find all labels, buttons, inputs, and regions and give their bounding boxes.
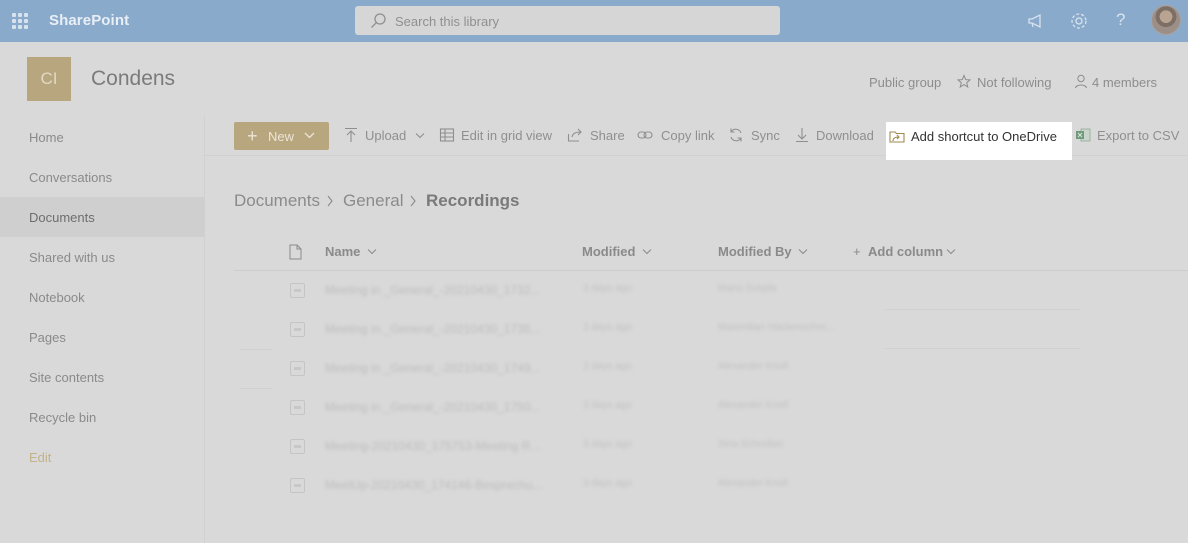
column-header-modified-by[interactable]: Modified By [718,244,792,259]
breadcrumb-documents[interactable]: Documents [234,191,320,211]
link-icon [637,131,653,139]
chevron-down-icon[interactable] [798,248,808,255]
help-icon[interactable]: ? [1116,10,1125,30]
table-row[interactable]: Meeting in _General_-20210430_1735... 3 … [234,310,1188,349]
modified-date: 3 days ago [583,283,632,294]
add-column-button[interactable]: Add column [868,244,943,259]
nav-item-conversations[interactable]: Conversations [0,157,205,197]
star-icon[interactable] [957,74,971,89]
follow-button[interactable]: Not following [977,75,1051,90]
chevron-down-icon [415,133,425,139]
file-icon [290,400,305,415]
file-name[interactable]: Meeting in _General_-20210430_1749... [325,361,541,375]
shortcut-folder-icon [889,131,905,143]
modified-by: Alexander Knoll [718,400,789,411]
modified-date: 3 days ago [583,400,632,411]
row-divider [240,388,272,389]
file-name[interactable]: Meeting in _General_-20210430_1750... [325,400,541,414]
share-button[interactable]: Share [567,126,627,146]
file-icon [290,439,305,454]
chevron-down-icon[interactable] [946,248,956,255]
search-box[interactable]: Search this library [355,6,780,35]
nav-item-pages[interactable]: Pages [0,317,205,357]
modified-date: 3 days ago [583,439,632,450]
file-icon [290,478,305,493]
megaphone-icon[interactable] [1026,11,1046,31]
nav-item-site-contents[interactable]: Site contents [0,357,205,397]
modified-by: Alexander Knoll [718,478,789,489]
share-icon [567,128,582,142]
plus-icon: + [247,126,258,146]
table-row[interactable]: Meeting in _General_-20210430_1732... 3 … [234,271,1188,310]
file-type-icon[interactable] [289,244,302,260]
file-icon [290,283,305,298]
breadcrumb-general[interactable]: General [343,191,403,211]
breadcrumb-recordings: Recordings [426,191,520,210]
nav-edit-link[interactable]: Edit [0,437,205,477]
chevron-down-icon[interactable] [642,248,652,255]
row-divider [885,348,1080,349]
new-button-label: New [268,129,295,144]
file-name[interactable]: MeetUp-20210430_174146-Besprechu... [325,478,543,492]
site-logo[interactable]: CI [27,57,71,101]
modified-by: Maximilian Hackenschm... [718,322,835,333]
members-link[interactable]: 4 members [1092,75,1157,90]
search-placeholder: Search this library [395,14,500,29]
file-name[interactable]: Meeting-20210430_175753-Meeting R... [325,439,540,453]
chevron-right-icon [410,195,416,207]
table-row[interactable]: Meeting in _General_-20210430_1750... 3 … [234,388,1188,427]
nav-item-shared-with-us[interactable]: Shared with us [0,237,205,277]
row-divider [240,349,272,350]
sync-icon [730,128,742,142]
table-header [234,232,1188,271]
site-title[interactable]: Condens [91,67,175,91]
modified-date: 3 days ago [583,322,632,333]
table-row[interactable]: Meeting in _General_-20210430_1749... 3 … [234,349,1188,388]
add-shortcut-onedrive-button[interactable]: Add shortcut to OneDrive [886,122,1072,160]
search-icon [371,13,386,28]
edit-grid-view-button[interactable]: Edit in grid view [439,126,557,146]
nav-item-notebook[interactable]: Notebook [0,277,205,317]
file-icon [290,361,305,376]
nav-item-recycle-bin[interactable]: Recycle bin [0,397,205,437]
sync-button[interactable]: Sync [728,126,783,146]
export-csv-button[interactable]: Export to CSV [1075,126,1185,146]
file-icon [290,322,305,337]
download-icon [796,128,808,143]
modified-date: 3 days ago [583,478,632,489]
modified-by: Manú Svejda [718,283,777,294]
column-header-name[interactable]: Name [325,244,360,259]
chevron-right-icon [327,195,333,207]
modified-date: 3 days ago [583,361,632,372]
new-button[interactable]: + New [234,122,329,150]
app-launcher-icon[interactable] [12,13,28,29]
table-row[interactable]: Meeting-20210430_175753-Meeting R... 3 d… [234,427,1188,466]
chevron-down-icon [304,132,315,139]
group-privacy-label: Public group [869,75,942,90]
excel-icon [1076,128,1091,142]
app-brand[interactable]: SharePoint [49,12,129,29]
person-icon [1075,74,1087,89]
modified-by: Alexander Knoll [718,361,789,372]
upload-button[interactable]: Upload [343,126,428,146]
left-navigation: Home Conversations Documents Shared with… [0,116,205,543]
copy-link-button[interactable]: Copy link [637,126,717,146]
file-name[interactable]: Meeting in _General_-20210430_1732... [325,283,541,297]
plus-icon[interactable]: + [853,244,861,259]
settings-gear-icon[interactable] [1069,11,1089,31]
nav-item-home[interactable]: Home [0,117,205,157]
nav-item-documents[interactable]: Documents [0,197,205,237]
table-row[interactable]: MeetUp-20210430_174146-Besprechu... 3 da… [234,466,1188,505]
upload-icon [345,127,357,142]
grid-icon [439,128,455,142]
download-button[interactable]: Download [794,126,878,146]
chevron-down-icon[interactable] [367,248,377,255]
add-shortcut-label: Add shortcut to OneDrive [911,129,1057,144]
row-divider [885,309,1080,310]
column-header-modified[interactable]: Modified [582,244,635,259]
modified-by: Sina Schreiber [718,439,784,450]
avatar[interactable] [1151,5,1181,35]
file-name[interactable]: Meeting in _General_-20210430_1735... [325,322,541,336]
